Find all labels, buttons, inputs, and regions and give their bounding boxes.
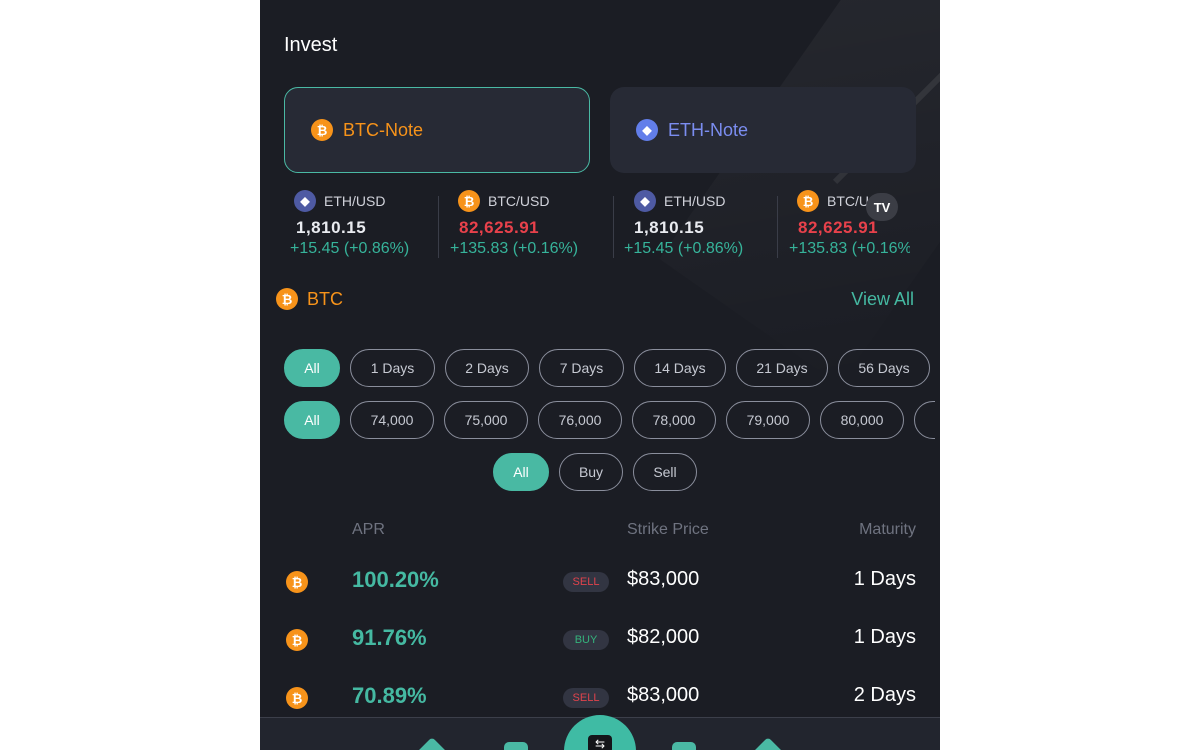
apr-value: 91.76% xyxy=(352,625,427,650)
page-title: Invest xyxy=(284,34,338,56)
bitcoin-icon: ₿ xyxy=(797,190,819,212)
ticker-change: +135.83 (+0.16%) xyxy=(789,240,910,257)
product-row[interactable]: ₿ 100.20% SELL $83,000 1 Days xyxy=(260,562,940,602)
btc-note-card[interactable]: ₿ BTC-Note xyxy=(284,87,590,173)
ethereum-icon: ◆ xyxy=(294,190,316,212)
day-filter-chip[interactable]: 2 Days xyxy=(445,349,529,387)
strike-filter-row: All 74,000 75,000 76,000 78,000 79,000 8… xyxy=(284,401,935,439)
home-icon[interactable] xyxy=(415,737,449,750)
column-header-maturity: Maturity xyxy=(859,521,916,538)
strike-filter-chip[interactable]: 75,000 xyxy=(444,401,528,439)
ticker-change: +15.45 (+0.86%) xyxy=(290,240,410,257)
btc-note-label: BTC-Note xyxy=(343,119,424,140)
apr-value: 70.89% xyxy=(352,683,427,708)
ticker-price: 82,625.91 xyxy=(459,218,540,237)
strike-filter-chip[interactable]: 80,000 xyxy=(820,401,904,439)
day-filter-chip[interactable]: 56 Days xyxy=(838,349,930,387)
ticker-item[interactable]: ◆ ETH/USD 1,810.15 +15.45 (+0.86%) xyxy=(290,190,459,260)
strike-price: $82,000 xyxy=(627,626,700,648)
strike-price: $83,000 xyxy=(627,684,700,706)
bitcoin-icon: ₿ xyxy=(311,119,333,141)
ticker-price: 1,810.15 xyxy=(296,218,367,237)
day-filter-chip[interactable]: 7 Days xyxy=(539,349,624,387)
bitcoin-icon: ₿ xyxy=(286,571,308,593)
strike-price: $83,000 xyxy=(627,568,700,590)
day-filter-chip[interactable]: 1 Days xyxy=(350,349,435,387)
maturity-value: 1 Days xyxy=(853,568,916,590)
side-filter-chip[interactable]: All xyxy=(493,453,549,491)
bitcoin-icon: ₿ xyxy=(276,288,298,310)
strike-filter-chip[interactable]: All xyxy=(284,401,340,439)
product-row[interactable]: ₿ 91.76% BUY $82,000 1 Days xyxy=(260,620,940,660)
profile-icon[interactable] xyxy=(751,737,785,750)
side-filter-chip[interactable]: Buy xyxy=(559,453,623,491)
ticker-price: 1,810.15 xyxy=(634,218,705,237)
ethereum-icon: ◆ xyxy=(636,119,658,141)
eth-note-label: ETH-Note xyxy=(668,119,749,140)
column-header-apr: APR xyxy=(352,521,385,538)
maturity-value: 2 Days xyxy=(853,684,916,706)
eth-note-card[interactable]: ◆ ETH-Note xyxy=(610,87,916,173)
day-filter-chip[interactable]: 14 Days xyxy=(634,349,726,387)
ticker-item[interactable]: ₿ BTC/USD 82,625.91 +135.83 (+0.16%) xyxy=(450,190,615,260)
strike-filter-chip[interactable]: 79,000 xyxy=(726,401,810,439)
markets-icon[interactable] xyxy=(504,742,528,750)
product-row[interactable]: ₿ 70.89% SELL $83,000 2 Days xyxy=(260,678,940,718)
strike-filter-chip[interactable]: 74,000 xyxy=(350,401,434,439)
strike-filter-scroller[interactable]: All 74,000 75,000 76,000 78,000 79,000 8… xyxy=(260,401,935,441)
ticker-change: +15.45 (+0.86%) xyxy=(624,240,744,257)
ethereum-icon: ◆ xyxy=(634,190,656,212)
app-screen: Invest ₿ BTC-Note ◆ ETH-Note ◆ ETH/USD 1,… xyxy=(260,0,940,750)
maturity-value: 1 Days xyxy=(853,626,916,648)
ticker-pair: ETH/USD xyxy=(324,193,386,209)
day-filter-chip[interactable]: All xyxy=(284,349,340,387)
bitcoin-icon: ₿ xyxy=(458,190,480,212)
side-badge: SELL xyxy=(563,688,609,708)
strike-filter-chip[interactable]: 81,000 xyxy=(914,401,935,439)
strike-filter-chip[interactable]: 76,000 xyxy=(538,401,622,439)
section-header: ₿ BTC xyxy=(276,288,343,310)
ticker-divider xyxy=(438,196,439,258)
section-label: BTC xyxy=(307,288,343,309)
side-badge: SELL xyxy=(563,572,609,592)
ticker-pair: BTC/USD xyxy=(488,193,550,209)
tradingview-icon[interactable]: TV xyxy=(866,193,898,221)
day-filter-chip[interactable]: 21 Days xyxy=(736,349,828,387)
ticker-divider xyxy=(777,196,778,258)
apr-value: 100.20% xyxy=(352,567,439,592)
wallet-icon[interactable] xyxy=(672,742,696,750)
side-filter-chip[interactable]: Sell xyxy=(633,453,697,491)
bitcoin-icon: ₿ xyxy=(286,629,308,651)
ticker-change: +135.83 (+0.16%) xyxy=(450,240,579,257)
price-ticker: ◆ ETH/USD 1,810.15 +15.45 (+0.86%) ₿ BTC/U… xyxy=(290,190,910,265)
side-filter-row: All Buy Sell xyxy=(493,453,697,491)
trade-button[interactable]: ⇆ xyxy=(564,715,636,750)
column-header-strike: Strike Price xyxy=(627,521,709,538)
view-all-link[interactable]: View All xyxy=(851,289,914,310)
bitcoin-icon: ₿ xyxy=(286,687,308,709)
ticker-item[interactable]: ◆ ETH/USD 1,810.15 +15.45 (+0.86%) xyxy=(624,190,789,260)
bottom-navigation: ⇆ xyxy=(260,715,940,750)
swap-icon: ⇆ xyxy=(588,735,612,750)
strike-filter-chip[interactable]: 78,000 xyxy=(632,401,716,439)
day-filter-row: All 1 Days 2 Days 7 Days 14 Days 21 Days… xyxy=(284,349,930,387)
ticker-divider xyxy=(613,196,614,258)
ticker-price: 82,625.91 xyxy=(798,218,879,237)
side-badge: BUY xyxy=(563,630,609,650)
ticker-pair: ETH/USD xyxy=(664,193,726,209)
